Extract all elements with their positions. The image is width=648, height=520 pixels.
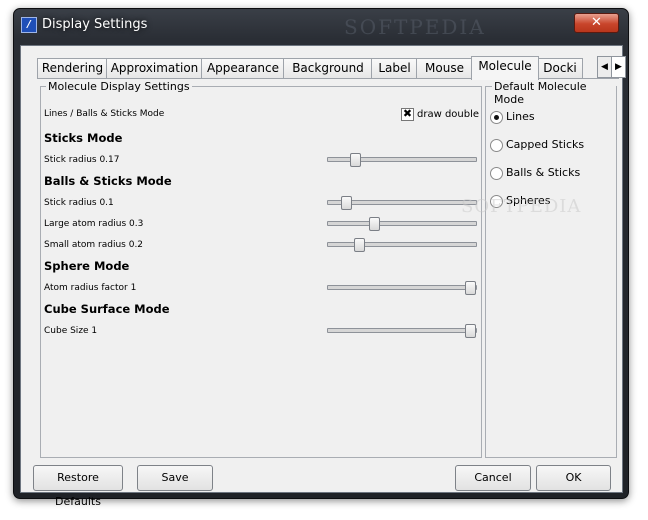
dialog-body: Rendering Approximation Appearance Backg… bbox=[20, 45, 626, 508]
large-atom-radius-slider[interactable] bbox=[327, 221, 477, 226]
dialog-window: / Display Settings SOFTPEDIA ✕ Rendering… bbox=[13, 8, 629, 508]
tab-scroll: ◀ ▶ bbox=[597, 56, 626, 78]
radio-lines[interactable] bbox=[490, 111, 503, 124]
balls-sticks-heading: Balls & Sticks Mode bbox=[44, 174, 172, 188]
window-title: Display Settings bbox=[42, 17, 148, 32]
atom-radius-factor-slider[interactable] bbox=[327, 285, 477, 290]
ok-button[interactable]: OK bbox=[536, 465, 611, 491]
draw-double-checkbox[interactable]: ✖ bbox=[401, 108, 414, 121]
tab-rendering[interactable]: Rendering bbox=[37, 58, 108, 79]
tab-appearance[interactable]: Appearance bbox=[201, 58, 285, 79]
radio-lines-label: Lines bbox=[506, 110, 535, 123]
cancel-button[interactable]: Cancel bbox=[455, 465, 531, 491]
radio-capped-sticks[interactable] bbox=[490, 139, 503, 152]
watermark-mid: SOFTPEDIA bbox=[461, 196, 582, 217]
tab-molecule[interactable]: Molecule bbox=[471, 56, 539, 80]
watermark: SOFTPEDIA bbox=[344, 15, 486, 39]
molecule-display-settings-group: Molecule Display Settings Lines / Balls … bbox=[40, 80, 482, 458]
default-molecule-mode-group: Default Molecule Mode Lines Capped Stick… bbox=[485, 80, 617, 458]
stick-radius-label: Stick radius 0.17 bbox=[44, 155, 120, 165]
small-atom-radius-slider[interactable] bbox=[327, 242, 477, 247]
radio-balls-sticks[interactable] bbox=[490, 167, 503, 180]
cube-size-label: Cube Size 1 bbox=[44, 326, 98, 336]
tab-docking[interactable]: Docki bbox=[537, 58, 583, 79]
large-atom-radius-thumb[interactable] bbox=[369, 217, 380, 231]
group-title: Molecule Display Settings bbox=[46, 80, 192, 93]
sticks-mode-heading: Sticks Mode bbox=[44, 131, 123, 145]
close-button[interactable]: ✕ bbox=[574, 13, 619, 33]
title-bar[interactable]: / Display Settings SOFTPEDIA ✕ bbox=[14, 9, 628, 39]
cube-size-slider[interactable] bbox=[327, 328, 477, 333]
lines-mode-label: Lines / Balls & Sticks Mode bbox=[44, 109, 165, 119]
tab-scroll-right-icon[interactable]: ▶ bbox=[611, 56, 626, 78]
small-atom-radius-thumb[interactable] bbox=[354, 238, 365, 252]
tab-scroll-left-icon[interactable]: ◀ bbox=[597, 56, 612, 78]
atom-radius-factor-thumb[interactable] bbox=[465, 281, 476, 295]
large-atom-radius-label: Large atom radius 0.3 bbox=[44, 219, 144, 229]
app-logo-icon: / bbox=[21, 17, 37, 33]
tab-approximation[interactable]: Approximation bbox=[106, 58, 203, 79]
stick-radius-thumb[interactable] bbox=[350, 153, 361, 167]
cube-size-thumb[interactable] bbox=[465, 324, 476, 338]
sphere-mode-heading: Sphere Mode bbox=[44, 259, 130, 273]
draw-double-label: draw double bbox=[417, 109, 480, 120]
restore-defaults-button[interactable]: Restore Defaults bbox=[33, 465, 123, 508]
radio-balls-sticks-label: Balls & Sticks bbox=[506, 166, 581, 179]
radio-capped-sticks-label: Capped Sticks bbox=[506, 138, 585, 151]
small-atom-radius-label: Small atom radius 0.2 bbox=[44, 240, 144, 250]
tab-label[interactable]: Label bbox=[371, 58, 418, 79]
tab-mouse[interactable]: Mouse bbox=[416, 58, 473, 79]
atom-radius-factor-label: Atom radius factor 1 bbox=[44, 283, 137, 293]
tab-background[interactable]: Background bbox=[283, 58, 373, 79]
default-mode-title: Default Molecule Mode bbox=[492, 80, 616, 106]
bs-stick-radius-label: Stick radius 0.1 bbox=[44, 198, 114, 208]
cube-surface-heading: Cube Surface Mode bbox=[44, 302, 170, 316]
save-button[interactable]: Save bbox=[137, 465, 213, 491]
bs-stick-radius-thumb[interactable] bbox=[341, 196, 352, 210]
